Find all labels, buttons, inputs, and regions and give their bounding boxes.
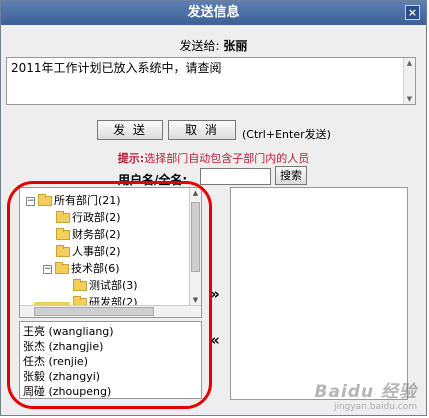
folder-icon (56, 228, 70, 240)
folder-icon (56, 211, 70, 223)
search-input[interactable] (200, 168, 271, 185)
dialog-titlebar: 发送信息 × (1, 1, 426, 25)
baidu-watermark: Baidu 经验 jingyan.baidu.com (315, 377, 417, 412)
tree-node-label: 技术部(6) (71, 262, 120, 275)
shortcut-hint: (Ctrl+Enter发送) (242, 128, 331, 141)
user-item[interactable]: 任杰 (renjie) (23, 354, 198, 369)
remove-left-icon[interactable]: « (206, 333, 224, 348)
tree-node-admin[interactable]: 行政部(2) (56, 209, 121, 226)
recipient-name: 张丽 (223, 39, 248, 53)
cancel-button[interactable]: 取 消 (168, 120, 236, 140)
selected-recipients-list[interactable] (230, 187, 408, 400)
search-label: 用户名/全名: (118, 173, 188, 187)
folder-icon (38, 194, 52, 206)
add-right-icon[interactable]: » (206, 287, 224, 302)
tree-node-all[interactable]: − 所有部门(21) (26, 192, 121, 209)
tree-node-label: 人事部(2) (72, 245, 121, 258)
scroll-down-icon[interactable]: ▼ (190, 296, 201, 304)
tree-vscrollbar[interactable]: ▲ ▼ (189, 188, 201, 317)
scroll-thumb[interactable] (191, 202, 200, 272)
send-to-label: 发送给: (179, 39, 220, 53)
watermark-url: jingyan.baidu.com (333, 402, 417, 412)
user-item[interactable]: 张毅 (zhangyi) (23, 369, 198, 384)
tree-hscrollbar[interactable] (20, 305, 201, 317)
user-item[interactable]: 王亮 (wangliang) (23, 324, 198, 339)
department-tree: − 所有部门(21) 行政部(2) 财务部(2) 人事部(2) − 技术部(6) 测… (19, 187, 202, 318)
close-icon[interactable]: × (405, 5, 420, 20)
watermark-logo: Baidu 经验 (314, 382, 417, 402)
folder-icon (55, 262, 69, 274)
scroll-up-icon[interactable]: ▲ (190, 189, 201, 197)
message-text: 2011年工作计划已放入系统中，请查阅 (11, 61, 222, 75)
send-message-dialog: 发送信息 × 发送给: 张丽 2011年工作计划已放入系统中，请查阅 ▲ ▼ 发… (0, 0, 427, 416)
tip-prefix: 提示: (117, 152, 145, 165)
tree-node-label: 测试部(3) (89, 279, 138, 292)
collapse-icon[interactable]: − (43, 264, 52, 274)
scroll-down-icon[interactable]: ▼ (404, 94, 415, 104)
tree-node-finance[interactable]: 财务部(2) (56, 226, 121, 243)
send-to-line: 发送给: 张丽 (1, 37, 426, 54)
tip-text: 选择部门自动包含子部门内的人员 (144, 152, 310, 165)
collapse-icon[interactable]: − (26, 196, 35, 206)
scroll-thumb[interactable] (34, 307, 154, 316)
user-item[interactable]: 周碰 (zhoupeng) (23, 384, 198, 399)
tip-line: 提示:选择部门自动包含子部门内的人员 (1, 150, 426, 166)
folder-icon (73, 279, 87, 291)
scroll-up-icon[interactable]: ▲ (404, 58, 415, 68)
tree-node-hr[interactable]: 人事部(2) (56, 243, 121, 260)
search-button[interactable]: 搜索 (275, 166, 307, 185)
message-scrollbar[interactable]: ▲ ▼ (403, 58, 415, 104)
tree-node-label: 行政部(2) (72, 211, 121, 224)
tree-node-test[interactable]: 测试部(3) (73, 277, 138, 294)
message-textarea[interactable]: 2011年工作计划已放入系统中，请查阅 ▲ ▼ (6, 57, 416, 105)
tree-node-tech[interactable]: − 技术部(6) (43, 260, 120, 277)
user-list: 王亮 (wangliang) 张杰 (zhangjie) 任杰 (renjie)… (19, 321, 202, 399)
send-button[interactable]: 发 送 (97, 120, 163, 140)
dialog-title: 发送信息 (187, 5, 240, 20)
tree-content: − 所有部门(21) 行政部(2) 财务部(2) 人事部(2) − 技术部(6) 测… (20, 188, 189, 317)
folder-icon (56, 245, 70, 257)
tree-node-label: 财务部(2) (72, 228, 121, 241)
tree-node-label: 所有部门(21) (54, 194, 121, 207)
user-item[interactable]: 张杰 (zhangjie) (23, 339, 198, 354)
